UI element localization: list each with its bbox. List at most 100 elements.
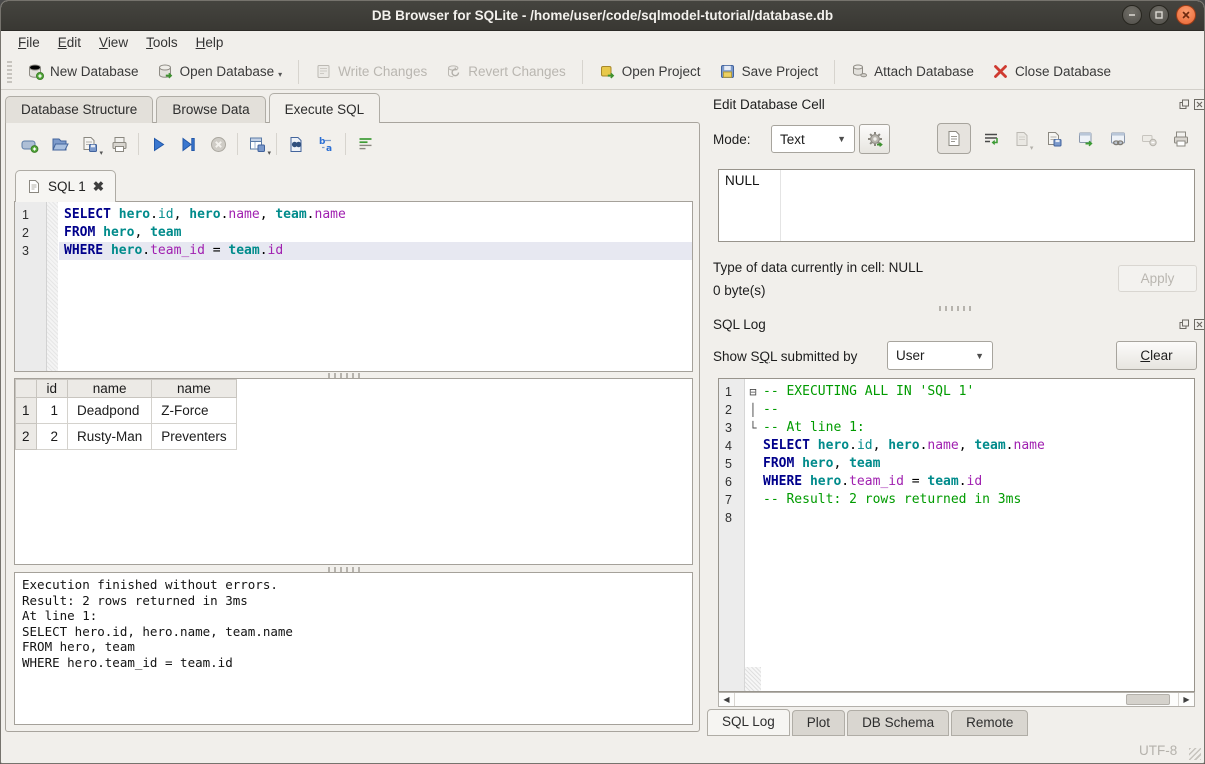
maximize-button[interactable] bbox=[1149, 5, 1169, 25]
float-panel-button[interactable] bbox=[1178, 98, 1190, 110]
close-panel-icon bbox=[1194, 319, 1205, 330]
open-in-external-button[interactable] bbox=[1074, 127, 1098, 151]
save-project-button[interactable]: Save Project bbox=[710, 58, 828, 85]
tab-db-schema[interactable]: DB Schema bbox=[847, 710, 949, 736]
sql-log-horizontal-scrollbar[interactable]: ◀ ▶ bbox=[718, 692, 1195, 707]
close-panel-button[interactable] bbox=[1193, 318, 1205, 330]
open-database-button[interactable]: Open Database ▾ bbox=[148, 58, 292, 85]
new-database-button[interactable]: New Database bbox=[18, 58, 148, 85]
token-pln: , bbox=[174, 207, 190, 222]
open-project-button[interactable]: Open Project bbox=[590, 58, 710, 85]
save-sql-file-button[interactable]: ▾ bbox=[74, 132, 104, 156]
titlebar[interactable]: DB Browser for SQLite - /home/user/code/… bbox=[1, 1, 1204, 31]
scrollbar-track[interactable] bbox=[735, 693, 1178, 706]
token-pln bbox=[103, 243, 111, 258]
auto-switch-mode-button[interactable] bbox=[859, 124, 890, 154]
clear-log-button[interactable]: Clear bbox=[1116, 341, 1197, 370]
scroll-right-icon[interactable]: ▶ bbox=[1178, 693, 1194, 706]
cell-id[interactable]: 2 bbox=[36, 424, 68, 450]
mode-select[interactable]: Text ▼ bbox=[771, 125, 855, 153]
cell-id[interactable]: 1 bbox=[36, 398, 68, 424]
attach-database-button[interactable]: Attach Database bbox=[842, 58, 983, 85]
open-database-dropdown-icon[interactable]: ▾ bbox=[278, 70, 282, 79]
token-kw: SELECT bbox=[763, 438, 810, 453]
code-text: -- EXECUTING ALL IN 'SQL 1' bbox=[761, 383, 1194, 401]
menu-help[interactable]: Help bbox=[187, 33, 233, 52]
text-mode-icon bbox=[946, 130, 962, 147]
float-panel-button[interactable] bbox=[1178, 318, 1190, 330]
close-button[interactable] bbox=[1176, 5, 1196, 25]
copy-link-button[interactable] bbox=[1106, 127, 1130, 151]
token-tbl: team bbox=[275, 207, 306, 222]
open-sql-tab-button[interactable] bbox=[14, 132, 44, 156]
text-mode-button[interactable] bbox=[937, 123, 971, 154]
tab-plot[interactable]: Plot bbox=[792, 710, 845, 736]
open-project-icon bbox=[599, 63, 616, 80]
toolbar-grip[interactable] bbox=[7, 61, 12, 83]
print-sql-button[interactable] bbox=[104, 132, 134, 156]
token-com: -- Result: 2 rows returned in 3ms bbox=[763, 492, 1021, 507]
save-results-dropdown-icon[interactable]: ▾ bbox=[267, 149, 271, 157]
scroll-left-icon[interactable]: ◀ bbox=[719, 693, 735, 706]
splitter-handle[interactable] bbox=[939, 306, 973, 311]
column-header-id[interactable]: id bbox=[36, 380, 68, 398]
cell-team-name[interactable]: Z-Force bbox=[152, 398, 236, 424]
row-header[interactable]: 1 bbox=[16, 398, 37, 424]
minimize-button[interactable] bbox=[1122, 5, 1142, 25]
close-database-button[interactable]: Close Database bbox=[983, 58, 1120, 85]
sql-editor-toolbar: ▾ bbox=[14, 130, 380, 158]
results-grid[interactable]: id name name 1 1 Deadpond Z-Force 2 2 Ru… bbox=[14, 378, 693, 565]
resize-grip[interactable] bbox=[1189, 748, 1201, 760]
open-sql-file-button[interactable] bbox=[44, 132, 74, 156]
menu-view[interactable]: View bbox=[90, 33, 137, 52]
close-panel-button[interactable] bbox=[1193, 98, 1205, 110]
line-number: 1 bbox=[15, 206, 47, 224]
cell-team-name[interactable]: Preventers bbox=[152, 424, 236, 450]
fold-marker bbox=[745, 437, 761, 455]
line-number: 2 bbox=[15, 224, 47, 242]
format-sql-button[interactable] bbox=[350, 132, 380, 156]
column-header-name[interactable]: name bbox=[68, 380, 152, 398]
sql-editor[interactable]: 1SELECT hero.id, hero.name, team.name2FR… bbox=[14, 201, 693, 372]
word-wrap-button[interactable] bbox=[979, 127, 1003, 151]
line-number: 1 bbox=[719, 383, 745, 401]
token-tbl: hero bbox=[818, 438, 849, 453]
tab-browse-data[interactable]: Browse Data bbox=[156, 96, 265, 123]
format-sql-icon bbox=[356, 135, 375, 154]
fold-margin-hatch bbox=[745, 667, 761, 691]
svg-text:b: b bbox=[319, 137, 326, 147]
link-icon bbox=[1109, 130, 1127, 148]
sql-log-filter-select[interactable]: User ▼ bbox=[887, 341, 993, 370]
cell-hero-name[interactable]: Deadpond bbox=[68, 398, 152, 424]
token-pln: . bbox=[959, 474, 967, 489]
find-button[interactable] bbox=[281, 132, 311, 156]
menu-tools[interactable]: Tools bbox=[137, 33, 187, 52]
cell-hero-name[interactable]: Rusty-Man bbox=[68, 424, 152, 450]
menu-edit[interactable]: Edit bbox=[49, 33, 90, 52]
column-header-name2[interactable]: name bbox=[152, 380, 236, 398]
cell-value-editor[interactable]: NULL bbox=[718, 169, 1195, 242]
print-cell-button[interactable] bbox=[1169, 127, 1193, 151]
execute-current-line-button[interactable] bbox=[173, 132, 203, 156]
sql-document-tab[interactable]: SQL 1 ✖ bbox=[15, 170, 116, 202]
execute-all-button[interactable] bbox=[143, 132, 173, 156]
export-file-button[interactable] bbox=[1042, 127, 1066, 151]
line-number: 4 bbox=[719, 437, 745, 455]
tab-execute-sql[interactable]: Execute SQL bbox=[269, 93, 381, 123]
tab-database-structure[interactable]: Database Structure bbox=[5, 96, 153, 123]
results-table: id name name 1 1 Deadpond Z-Force 2 2 Ru… bbox=[15, 379, 237, 450]
sql-tab-label: SQL 1 bbox=[48, 179, 86, 194]
sql-log-viewer[interactable]: 1⊟-- EXECUTING ALL IN 'SQL 1'2│--3└-- At… bbox=[718, 378, 1195, 692]
tab-sql-log[interactable]: SQL Log bbox=[707, 709, 790, 736]
token-fld: name bbox=[315, 207, 346, 222]
tab-remote[interactable]: Remote bbox=[951, 710, 1028, 736]
save-sql-dropdown-icon[interactable]: ▾ bbox=[99, 149, 103, 157]
menu-file[interactable]: File bbox=[9, 33, 49, 52]
minimize-icon bbox=[1127, 10, 1137, 20]
scrollbar-thumb[interactable] bbox=[1126, 694, 1170, 705]
save-results-button[interactable]: ▾ bbox=[242, 132, 272, 156]
line-number: 3 bbox=[15, 242, 47, 260]
row-header[interactable]: 2 bbox=[16, 424, 37, 450]
replace-button[interactable]: b a bbox=[311, 132, 341, 156]
sql-tab-close-icon[interactable]: ✖ bbox=[93, 179, 104, 195]
